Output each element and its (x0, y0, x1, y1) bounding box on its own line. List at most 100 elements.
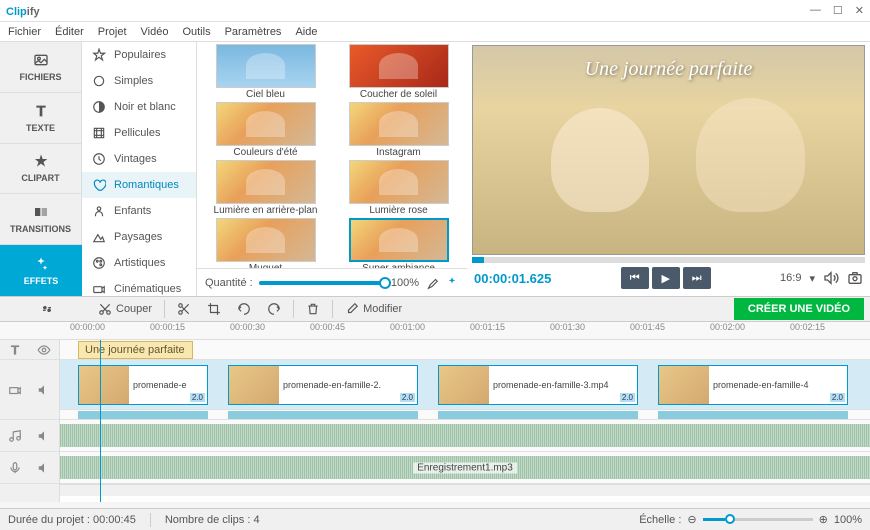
effect-thumb[interactable]: Lumière en arrière-plan (201, 160, 330, 216)
tab-effets[interactable]: EFFETS (0, 245, 82, 296)
chevron-down-icon: ▾ (809, 272, 815, 285)
effect-thumb[interactable]: Lumière rose (334, 160, 463, 216)
menu-parametres[interactable]: Paramètres (225, 26, 282, 38)
window-controls: — ☐ ✕ (810, 4, 864, 17)
close-button[interactable]: ✕ (855, 4, 864, 17)
quantity-bar: Quantité : 100% (197, 268, 467, 296)
minimize-button[interactable]: — (810, 4, 821, 17)
edit-button[interactable]: Modifier (339, 299, 408, 319)
redo-button[interactable] (261, 299, 287, 319)
volume-icon[interactable] (37, 461, 51, 475)
cat-enfants[interactable]: Enfants (82, 198, 196, 224)
statusbar: Durée du projet : 00:00:45 Nombre de cli… (0, 508, 870, 530)
video-clip[interactable]: promenade-en-famille-3.mp42.0 (438, 365, 638, 405)
zoom-in-button[interactable]: ⊕ (819, 513, 828, 526)
effects-panel: Ciel bleu Coucher de soleil Couleurs d'é… (197, 42, 467, 296)
menu-fichier[interactable]: Fichier (8, 26, 41, 38)
cat-cinematiques[interactable]: Cinématiques (82, 276, 196, 296)
playhead[interactable] (100, 340, 101, 502)
text-clip[interactable]: Une journée parfaite (78, 341, 193, 359)
timeline-ruler[interactable]: 00:00:00 00:00:15 00:00:30 00:00:45 00:0… (0, 322, 870, 340)
menu-video[interactable]: Vidéo (141, 26, 169, 38)
preview-controls: 00:00:01.625 ⏮ ▶ ⏭ 16:9 ▾ (472, 263, 865, 293)
menu-editer[interactable]: Éditer (55, 26, 84, 38)
volume-icon[interactable] (823, 270, 839, 286)
cat-vintages[interactable]: Vintages (82, 146, 196, 172)
effect-thumb[interactable]: Couleurs d'été (201, 102, 330, 158)
dropper-icon[interactable] (425, 276, 439, 290)
tab-texte[interactable]: TEXTE (0, 93, 82, 144)
effect-thumb[interactable]: Muguet (201, 218, 330, 268)
overlay-title: Une journée parfaite (473, 58, 864, 81)
effect-track[interactable] (60, 410, 870, 420)
preview-panel: Une journée parfaite 00:00:01.625 ⏮ ▶ ⏭ … (467, 42, 870, 296)
tracks-area[interactable]: Une journée parfaite promenade-e2.0 prom… (60, 340, 870, 502)
audio1-track-header (0, 420, 59, 452)
volume-icon[interactable] (37, 383, 51, 397)
timecode: 00:00:01.625 (474, 271, 551, 286)
cat-noir-blanc[interactable]: Noir et blanc (82, 94, 196, 120)
sidebar-tabs: FICHIERS TEXTE CLIPART TRANSITIONS EFFET… (0, 42, 82, 296)
maximize-button[interactable]: ☐ (833, 4, 843, 17)
video-clip[interactable]: promenade-en-famille-2.2.0 (228, 365, 418, 405)
quantity-slider[interactable] (259, 281, 385, 285)
preview-progress[interactable] (472, 257, 865, 263)
volume-icon[interactable] (37, 429, 51, 443)
titlebar: Clipify — ☐ ✕ (0, 0, 870, 22)
track-headers (0, 340, 60, 502)
duration-label: Durée du projet : 00:00:45 (8, 514, 136, 526)
wand-icon[interactable] (445, 276, 459, 290)
tab-transitions[interactable]: TRANSITIONS (0, 194, 82, 245)
menu-outils[interactable]: Outils (182, 26, 210, 38)
clips-count: Nombre de clips : 4 (165, 514, 260, 526)
effect-thumb[interactable]: Super ambiance (334, 218, 463, 268)
settings-icon[interactable] (39, 301, 55, 317)
text-track-header (0, 340, 59, 360)
video-clip[interactable]: promenade-e2.0 (78, 365, 208, 405)
timeline-scrollbar[interactable] (60, 484, 870, 496)
zoom-value: 100% (834, 514, 862, 526)
create-video-button[interactable]: CRÉER UNE VIDÉO (734, 298, 864, 320)
snapshot-icon[interactable] (847, 270, 863, 286)
eye-icon[interactable] (37, 343, 51, 357)
video-track-header (0, 360, 59, 420)
cat-artistiques[interactable]: Artistiques (82, 250, 196, 276)
delete-button[interactable] (300, 299, 326, 319)
cat-pellicules[interactable]: Pellicules (82, 120, 196, 146)
tab-clipart[interactable]: CLIPART (0, 144, 82, 195)
video-track[interactable]: promenade-e2.0 promenade-en-famille-2.2.… (60, 360, 870, 410)
effect-thumb[interactable]: Coucher de soleil (334, 44, 463, 100)
play-button[interactable]: ▶ (652, 267, 680, 289)
quantity-label: Quantité : (205, 277, 253, 289)
scissors-button[interactable] (171, 299, 197, 319)
zoom-slider[interactable] (703, 518, 813, 521)
effects-grid: Ciel bleu Coucher de soleil Couleurs d'é… (197, 42, 467, 268)
preview-viewport[interactable]: Une journée parfaite (472, 45, 865, 255)
undo-button[interactable] (231, 299, 257, 319)
next-button[interactable]: ⏭ (683, 267, 711, 289)
effect-thumb[interactable]: Instagram (334, 102, 463, 158)
cut-button[interactable]: Couper (92, 299, 158, 319)
tab-fichiers[interactable]: FICHIERS (0, 42, 82, 93)
audio-track-2[interactable]: Enregistrement1.mp3 (60, 452, 870, 484)
timeline-toolbar: Couper Modifier CRÉER UNE VIDÉO (0, 296, 870, 322)
aspect-ratio[interactable]: 16:9 (780, 272, 801, 284)
zoom-out-button[interactable]: ⊖ (687, 513, 696, 526)
cat-paysages[interactable]: Paysages (82, 224, 196, 250)
prev-button[interactable]: ⏮ (621, 267, 649, 289)
video-clip[interactable]: promenade-en-famille-42.0 (658, 365, 848, 405)
effect-thumb[interactable]: Ciel bleu (201, 44, 330, 100)
menu-aide[interactable]: Aide (295, 26, 317, 38)
cat-simples[interactable]: Simples (82, 68, 196, 94)
cat-populaires[interactable]: Populaires (82, 42, 196, 68)
quantity-value: 100% (391, 277, 419, 289)
menu-projet[interactable]: Projet (98, 26, 127, 38)
audio2-track-header (0, 452, 59, 484)
menubar: Fichier Éditer Projet Vidéo Outils Param… (0, 22, 870, 42)
crop-button[interactable] (201, 299, 227, 319)
app-logo: Clipify (6, 3, 40, 18)
timeline: Une journée parfaite promenade-e2.0 prom… (0, 340, 870, 502)
audio-track-1[interactable] (60, 420, 870, 452)
cat-romantiques[interactable]: Romantiques (82, 172, 196, 198)
text-track[interactable]: Une journée parfaite (60, 340, 870, 360)
